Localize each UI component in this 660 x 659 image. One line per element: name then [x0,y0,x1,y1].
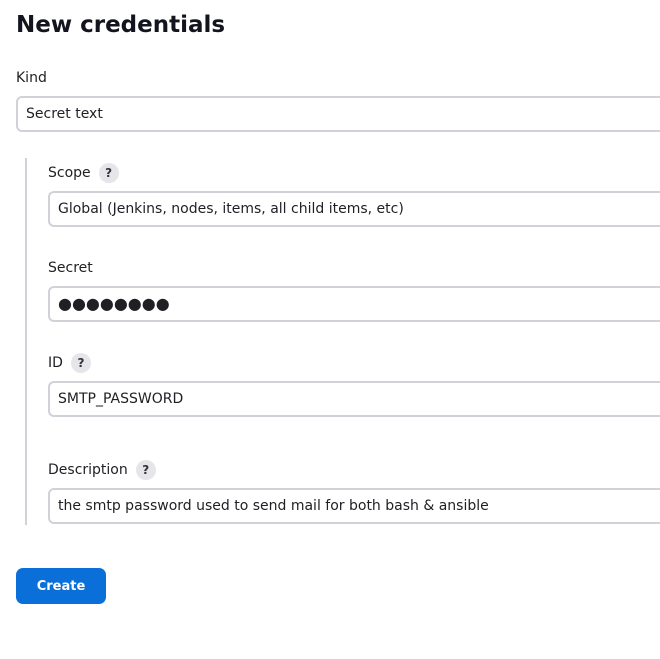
scope-select[interactable]: Global (Jenkins, nodes, items, all child… [48,191,660,227]
description-label-text: Description [48,462,128,478]
id-help-icon[interactable]: ? [70,353,91,373]
id-label: ID ? [48,353,91,373]
kind-select-value: Secret text [26,106,103,122]
kind-label-text: Kind [16,70,47,86]
kind-select[interactable]: Secret text [16,96,660,132]
secret-label-text: Secret [48,260,93,276]
credential-fields-group-rule [25,158,27,525]
id-label-text: ID [48,355,63,371]
scope-help-icon[interactable]: ? [98,163,119,183]
description-input[interactable]: the smtp password used to send mail for … [48,488,660,524]
scope-select-value: Global (Jenkins, nodes, items, all child… [58,201,404,217]
description-input-value: the smtp password used to send mail for … [58,498,489,514]
description-label: Description ? [48,460,156,480]
scope-label: Scope ? [48,163,119,183]
id-input[interactable]: SMTP_PASSWORD [48,381,660,417]
secret-input[interactable]: ●●●●●●●● [48,286,660,322]
create-button[interactable]: Create [16,568,106,604]
page-title: New credentials [16,12,226,38]
new-credentials-page: New credentials Kind Secret text Scope ?… [0,0,660,659]
secret-label: Secret [48,258,93,278]
scope-label-text: Scope [48,165,91,181]
description-help-icon[interactable]: ? [135,460,156,480]
secret-input-value: ●●●●●●●● [58,294,170,313]
kind-label: Kind [16,68,47,88]
id-input-value: SMTP_PASSWORD [58,391,184,407]
